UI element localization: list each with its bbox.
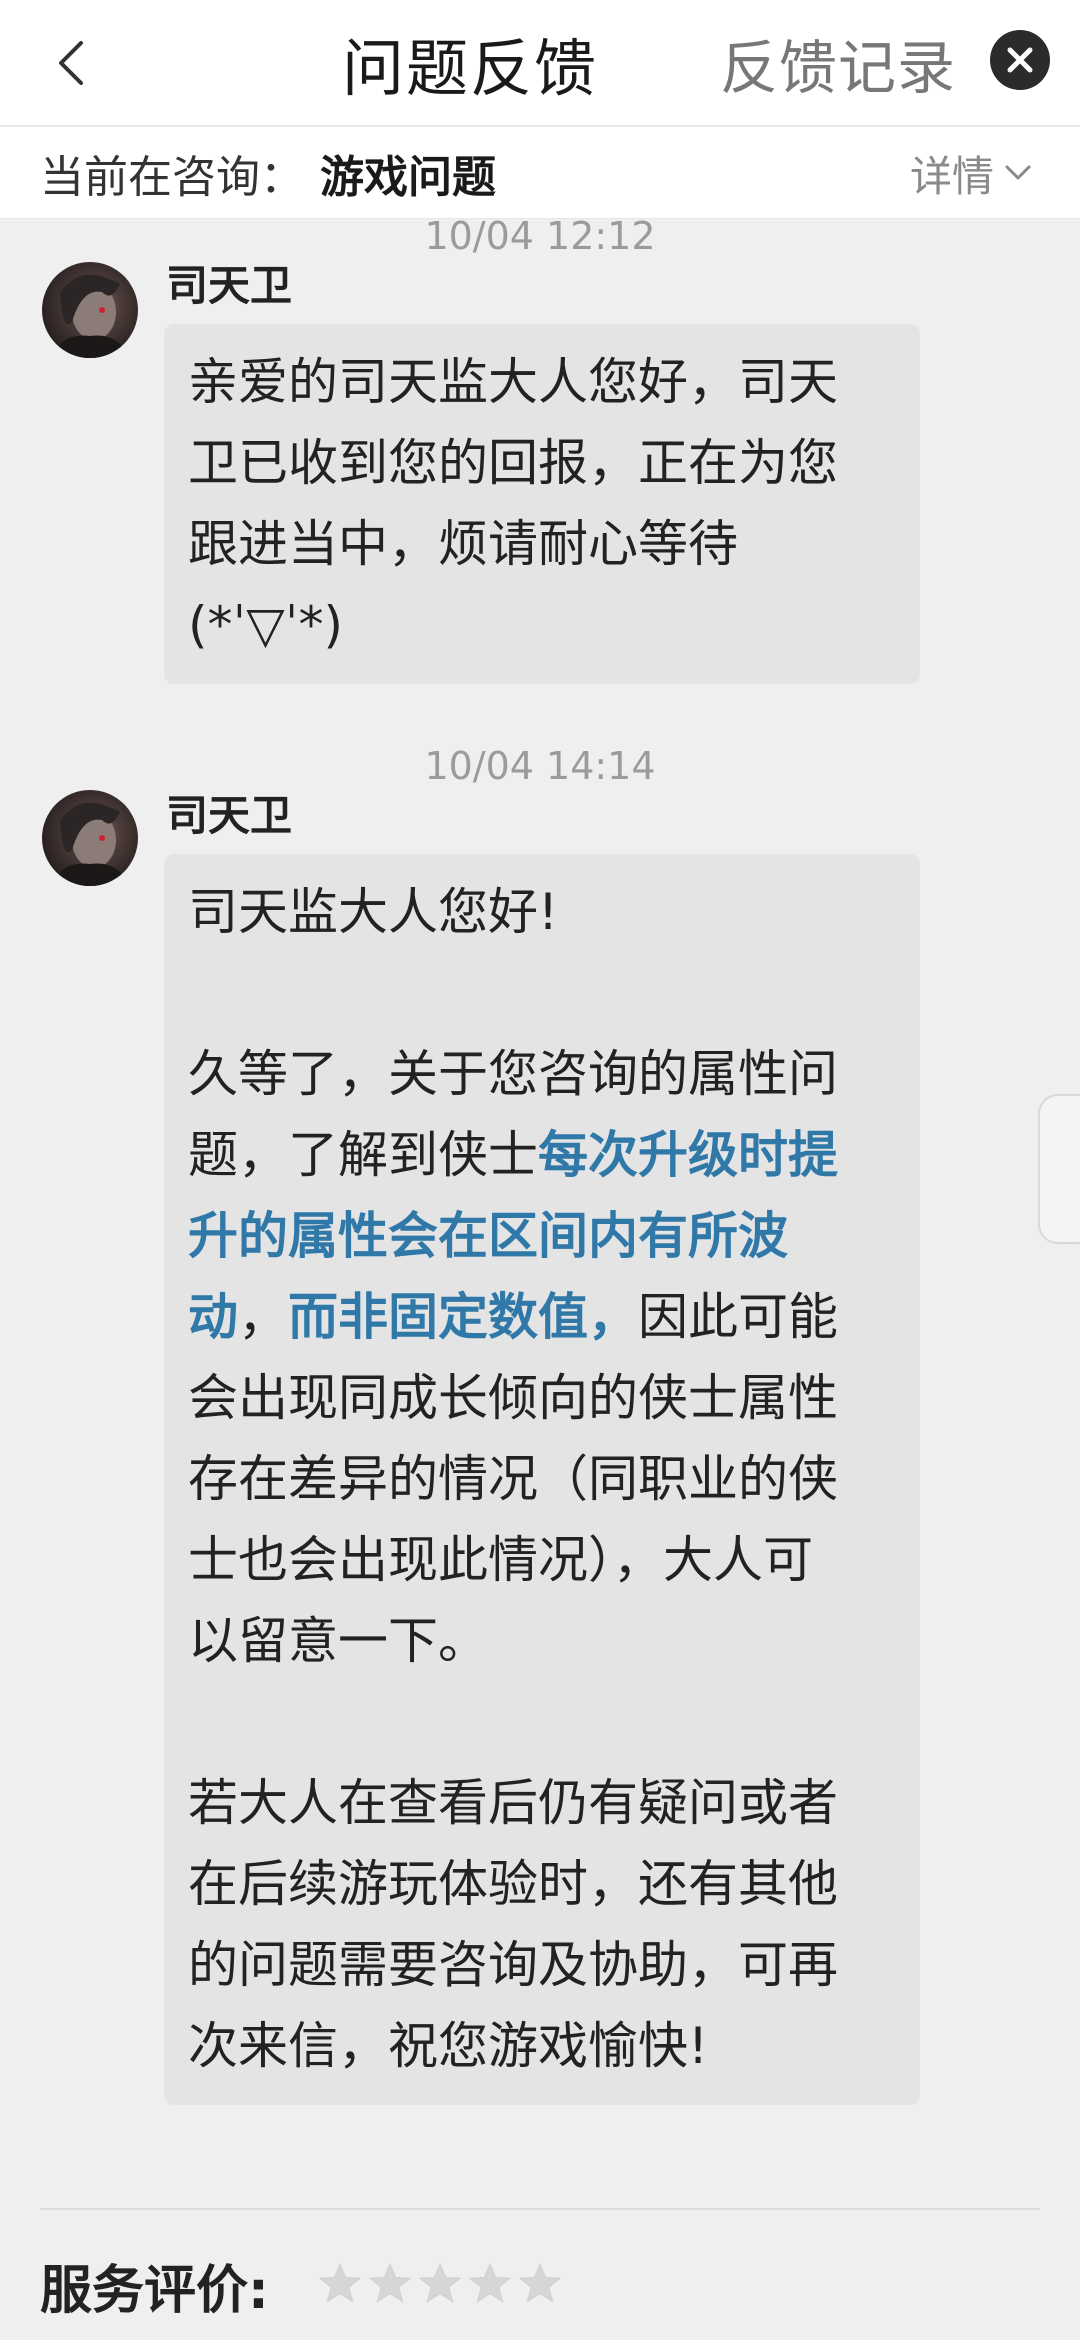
highlighted-text: 升的属性会在区间内有所波 [188, 1207, 788, 1265]
message-line: 久等了，关于您咨询的属性问 [188, 1045, 838, 1103]
close-icon [1007, 47, 1033, 73]
message-line: 亲爱的司天监大人您好，司天 [188, 353, 838, 411]
side-drawer-handle[interactable] [1038, 1094, 1080, 1244]
message-text: 因此可能 [638, 1288, 838, 1346]
highlighted-text: 而非固定数值， [288, 1288, 638, 1346]
consult-label: 当前在咨询： [40, 152, 304, 203]
message-line: 在后续游玩体验时，还有其他 [188, 1855, 838, 1913]
message-line: 会出现同成长倾向的侠士属性 [188, 1369, 838, 1427]
avatar[interactable] [42, 790, 138, 886]
message-line: 动，而非固定数值，因此可能 [188, 1277, 896, 1358]
star-icon[interactable] [318, 2262, 362, 2306]
close-button[interactable] [990, 30, 1050, 90]
message-line: 以留意一下。 [188, 1612, 488, 1670]
details-label: 详情 [910, 151, 995, 201]
message-bubble: 亲爱的司天监大人您好，司天 卫已收到您的回报，正在为您 跟进当中，烦请耐心等待 … [164, 324, 920, 684]
message-line: 士也会出现此情况），大人可 [188, 1531, 813, 1589]
details-toggle[interactable]: 详情 [910, 127, 1032, 219]
star-icon[interactable] [368, 2262, 412, 2306]
message-line: 司天监大人您好! [188, 883, 559, 941]
avatar[interactable] [42, 262, 138, 358]
feedback-records-link[interactable]: 反馈记录 [720, 0, 956, 126]
star-rating[interactable] [318, 2262, 562, 2312]
avatar-image [52, 274, 130, 358]
highlighted-text: 动 [188, 1288, 238, 1346]
chevron-down-icon [1005, 165, 1031, 180]
sender-name: 司天卫 [166, 791, 293, 840]
message-line: 升的属性会在区间内有所波 [188, 1196, 896, 1277]
avatar-image [52, 802, 130, 886]
top-nav-bar: 问题反馈 反馈记录 [0, 0, 1080, 126]
sender-name: 司天卫 [166, 261, 293, 310]
message-timestamp: 10/04 12:12 [424, 214, 656, 258]
message-line: (*ˈ▽ˈ*) [188, 596, 343, 654]
message-line: 存在差异的情况（同职业的侠 [188, 1450, 838, 1508]
message-timestamp: 10/04 14:14 [424, 744, 656, 788]
message-text: 题，了解到侠士 [188, 1126, 538, 1184]
rating-label: 服务评价: [40, 2260, 269, 2321]
message-bubble: 司天监大人您好! 久等了，关于您咨询的属性问 题，了解到侠士每次升级时提 升的属… [164, 854, 920, 2105]
message-line: 卫已收到您的回报，正在为您 [188, 434, 838, 492]
message-line: 次来信，祝您游戏愉快! [188, 2017, 709, 2075]
highlighted-text: 每次升级时提 [538, 1126, 838, 1184]
consult-topic-bar: 当前在咨询： 游戏问题 详情 [0, 127, 1080, 219]
message-text: ， [238, 1288, 288, 1346]
star-icon[interactable] [418, 2262, 462, 2306]
star-icon[interactable] [518, 2262, 562, 2306]
message-line: 若大人在查看后仍有疑问或者 [188, 1774, 838, 1832]
consult-topic: 游戏问题 [320, 152, 496, 203]
message-line: 跟进当中，烦请耐心等待 [188, 515, 738, 573]
star-icon[interactable] [468, 2262, 512, 2306]
message-line: 的问题需要咨询及协助，可再 [188, 1936, 838, 1994]
divider [40, 2208, 1040, 2210]
message-line: 题，了解到侠士每次升级时提 [188, 1115, 896, 1196]
